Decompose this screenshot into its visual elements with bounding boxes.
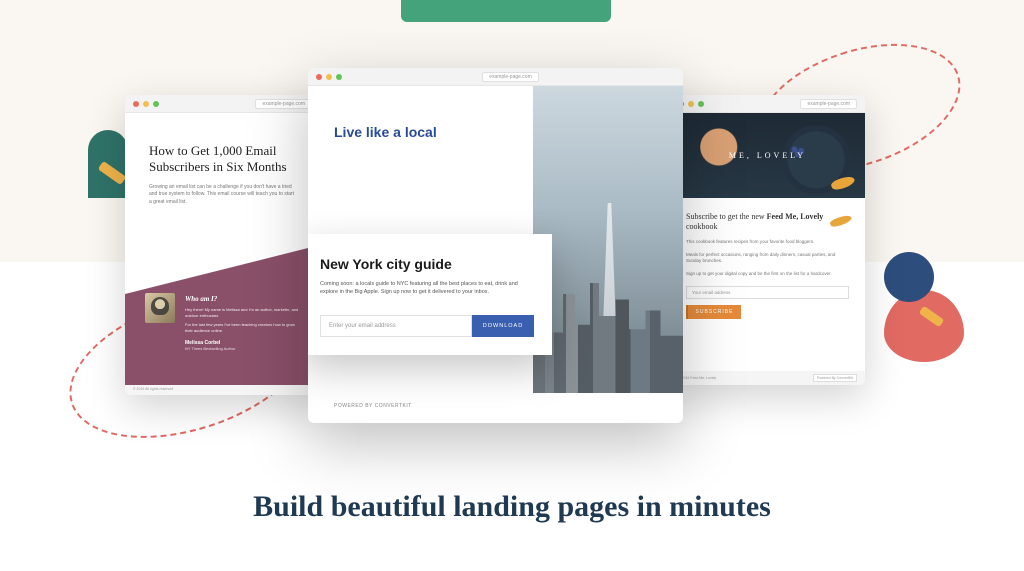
window-minimize-icon [143, 101, 149, 107]
bio-heading: Who am I? [185, 295, 300, 303]
template-paragraph-3: Sign up to get your digital copy and be … [686, 271, 849, 278]
subscribe-button[interactable]: SUBSCRIBE [686, 305, 741, 319]
decorative-shape-arch [88, 130, 128, 198]
browser-chrome: example-page.com [125, 95, 320, 113]
window-close-icon [316, 74, 322, 80]
card-description: Coming soon: a locals guide to NYC featu… [320, 280, 534, 297]
url-bar: example-page.com [482, 72, 539, 82]
window-minimize-icon [688, 101, 694, 107]
template-preview-email-course: example-page.com How to Get 1,000 Email … [125, 95, 320, 395]
template-preview-cookbook: example-page.com ME, LOVELY Subscribe to… [670, 95, 865, 385]
powered-by-badge: Powered By ConvertKit [813, 374, 857, 382]
template-hero-image: ME, LOVELY [670, 113, 865, 198]
bio-text-1: Hey there! My name is Melissa and I'm an… [185, 307, 300, 319]
template-paragraph-1: This cookbook features recipes from your… [686, 239, 849, 246]
window-minimize-icon [326, 74, 332, 80]
section-headline: Build beautiful landing pages in minutes [0, 490, 1024, 524]
city-skyline-image [533, 86, 683, 393]
template-footer: © 2019 Feed Me, Lovely Powered By Conver… [670, 371, 865, 385]
signup-card: New York city guide Coming soon: a local… [308, 234, 552, 355]
window-zoom-icon [336, 74, 342, 80]
email-field[interactable]: Your email address [686, 286, 849, 299]
window-zoom-icon [698, 101, 704, 107]
template-paragraph-2: Meals for perfect occasions, ranging fro… [686, 252, 849, 266]
template-footer: © 2019 All rights reserved [125, 385, 320, 395]
bio-text-2: For the last few years I've been teachin… [185, 322, 300, 334]
download-button[interactable]: DOWNLOAD [472, 315, 534, 337]
template-preview-city-guide: example-page.com Live like a local New Y… [308, 68, 683, 423]
author-role: NY Times Bestselling Author [185, 346, 300, 351]
decorative-shape-blob [884, 290, 964, 362]
author-avatar [145, 293, 175, 323]
footer-copyright: © 2019 Feed Me, Lovely [678, 376, 716, 380]
browser-chrome: example-page.com [670, 95, 865, 113]
cta-button-peek[interactable] [401, 0, 611, 22]
template-bio-section: Who am I? Hey there! My name is Melissa … [125, 245, 320, 385]
url-bar: example-page.com [800, 99, 857, 109]
url-bar: example-page.com [255, 99, 312, 109]
powered-by-text: POWERED BY CONVERTKIT [334, 403, 412, 409]
window-zoom-icon [153, 101, 159, 107]
template-brand: ME, LOVELY [729, 151, 806, 160]
template-description: Growing an email list can be a challenge… [149, 184, 296, 207]
template-heading: Subscribe to get the new Feed Me, Lovely… [686, 212, 849, 233]
window-close-icon [133, 101, 139, 107]
card-title: New York city guide [320, 256, 534, 272]
template-title: How to Get 1,000 Email Subscribers in Si… [149, 143, 296, 176]
email-field[interactable]: Enter your email address [320, 315, 472, 337]
browser-chrome: example-page.com [308, 68, 683, 86]
decorative-shape-circle [884, 252, 934, 302]
